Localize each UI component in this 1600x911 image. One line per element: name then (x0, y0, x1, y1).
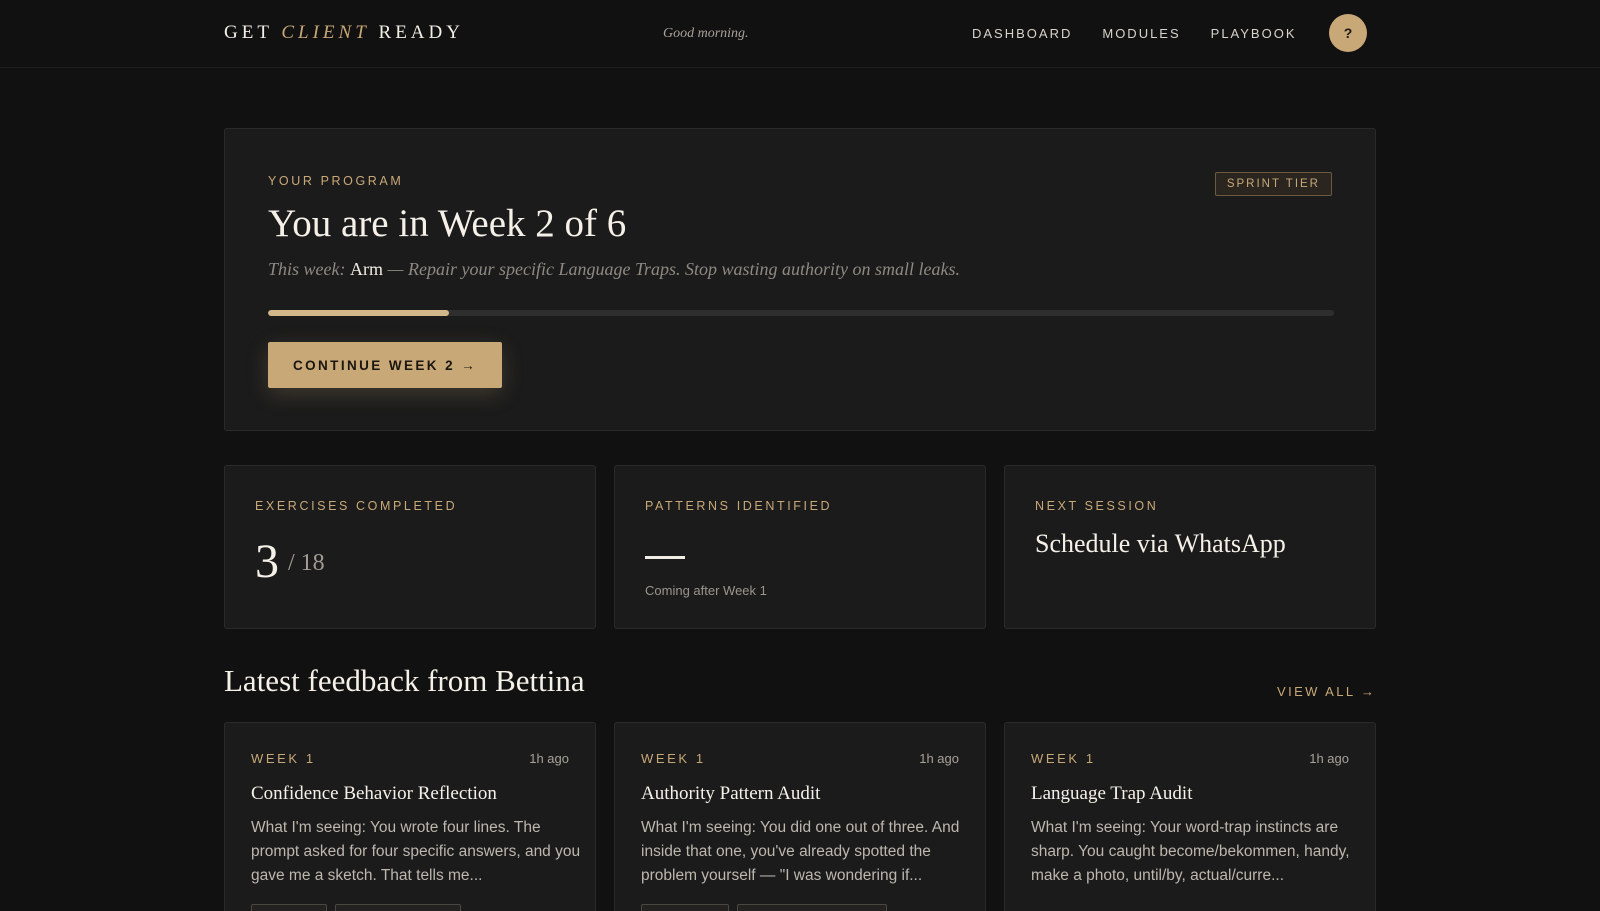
stat-card-exercises: EXERCISES COMPLETED 3 / 18 (224, 465, 596, 629)
program-title: You are in Week 2 of 6 (268, 202, 627, 245)
feedback-section-title: Latest feedback from Bettina (224, 663, 585, 698)
stat-label: PATTERNS IDENTIFIED (645, 499, 833, 513)
this-week-theme: Arm (349, 259, 383, 279)
program-progress-fill (268, 310, 450, 316)
feedback-time: 1h ago (529, 751, 569, 766)
view-all-link[interactable]: VIEW ALL → (1277, 684, 1376, 699)
help-icon: ? (1343, 25, 1353, 41)
this-week-description: This week: Arm — Repair your specific La… (268, 259, 960, 280)
stat-card-patterns: PATTERNS IDENTIFIED Coming after Week 1 (614, 465, 986, 629)
this-week-detail: — Repair your specific Language Traps. S… (382, 259, 960, 279)
brand-logo[interactable]: GET CLIENT READY (224, 22, 464, 44)
help-button[interactable]: ? (1329, 14, 1367, 52)
feedback-tags (251, 904, 461, 911)
feedback-title: Authority Pattern Audit (641, 783, 821, 804)
this-week-prefix: This week: (268, 259, 350, 279)
exercises-total-value: / 18 (288, 550, 325, 576)
feedback-tag (251, 904, 327, 911)
feedback-week: WEEK 1 (1031, 751, 1096, 766)
feedback-tag (737, 904, 887, 911)
brand-prefix: GET (224, 22, 282, 43)
feedback-tag (641, 904, 729, 911)
feedback-time: 1h ago (1309, 751, 1349, 766)
patterns-note: Coming after Week 1 (645, 583, 767, 598)
feedback-tag (335, 904, 461, 911)
patterns-empty-dash (645, 556, 685, 559)
continue-week-button[interactable]: CONTINUE WEEK 2 → (268, 342, 502, 388)
feedback-excerpt: What I'm seeing: You wrote four lines. T… (251, 819, 581, 884)
feedback-card[interactable]: WEEK 1 1h ago Language Trap Audit What I… (1004, 722, 1376, 911)
nav-playbook[interactable]: PLAYBOOK (1211, 26, 1297, 41)
schedule-session-link[interactable]: Schedule via WhatsApp (1035, 529, 1286, 559)
top-bar: GET CLIENT READY Good morning. DASHBOARD… (0, 0, 1600, 68)
program-card: YOUR PROGRAM SPRINT TIER You are in Week… (224, 128, 1376, 431)
feedback-card[interactable]: WEEK 1 1h ago Confidence Behavior Reflec… (224, 722, 596, 911)
feedback-time: 1h ago (919, 751, 959, 766)
feedback-title: Confidence Behavior Reflection (251, 783, 497, 804)
feedback-tags (641, 904, 887, 911)
feedback-week: WEEK 1 (251, 751, 316, 766)
brand-accent: CLIENT (281, 22, 370, 43)
stat-label: EXERCISES COMPLETED (255, 499, 458, 513)
greeting-text: Good morning. (663, 26, 749, 41)
stat-label: NEXT SESSION (1035, 499, 1159, 513)
nav-dashboard[interactable]: DASHBOARD (972, 26, 1072, 41)
program-eyebrow: YOUR PROGRAM (268, 174, 404, 188)
brand-suffix: READY (369, 22, 464, 43)
feedback-excerpt: What I'm seeing: You did one out of thre… (641, 819, 960, 884)
tier-badge: SPRINT TIER (1214, 172, 1332, 196)
feedback-title: Language Trap Audit (1031, 783, 1193, 804)
exercises-completed-value: 3 (255, 535, 279, 588)
feedback-excerpt: What I'm seeing: Your word-trap instinct… (1031, 819, 1350, 884)
feedback-week: WEEK 1 (641, 751, 706, 766)
feedback-card[interactable]: WEEK 1 1h ago Authority Pattern Audit Wh… (614, 722, 986, 911)
program-progress-bar (268, 310, 1334, 316)
nav-modules[interactable]: MODULES (1102, 26, 1180, 41)
stat-card-session: NEXT SESSION Schedule via WhatsApp (1004, 465, 1376, 629)
main-nav: DASHBOARD MODULES PLAYBOOK (972, 26, 1297, 41)
